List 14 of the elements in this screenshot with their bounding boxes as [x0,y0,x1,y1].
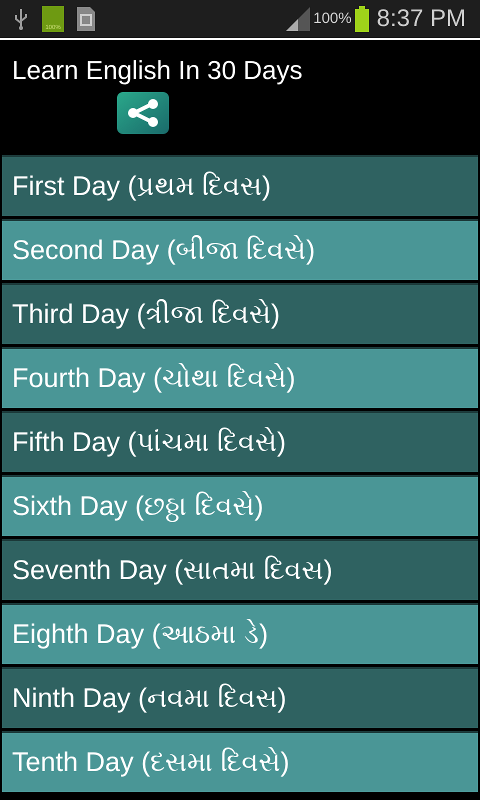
share-button[interactable] [117,92,169,134]
sim-card-icon [76,6,96,32]
day-list-item[interactable]: Third Day (ત્રીજા દિવસે) [2,283,478,344]
day-list-item[interactable]: Seventh Day (સાતમા દિવસ) [2,539,478,600]
battery-icon [354,6,369,32]
clock: 8:37 PM [376,4,466,34]
usb-icon [14,7,28,31]
share-icon [126,99,160,127]
signal-icon [285,7,312,31]
day-list-item[interactable]: Fifth Day (પાંચમા દિવસે) [2,411,478,472]
day-list-item[interactable]: First Day (પ્રથમ દિવસ) [2,155,478,216]
battery-percent: 100% [313,8,352,29]
day-list-item[interactable]: Ninth Day (નવમા દિવસ) [2,667,478,728]
app-title: Learn English In 30 Days [12,54,304,86]
